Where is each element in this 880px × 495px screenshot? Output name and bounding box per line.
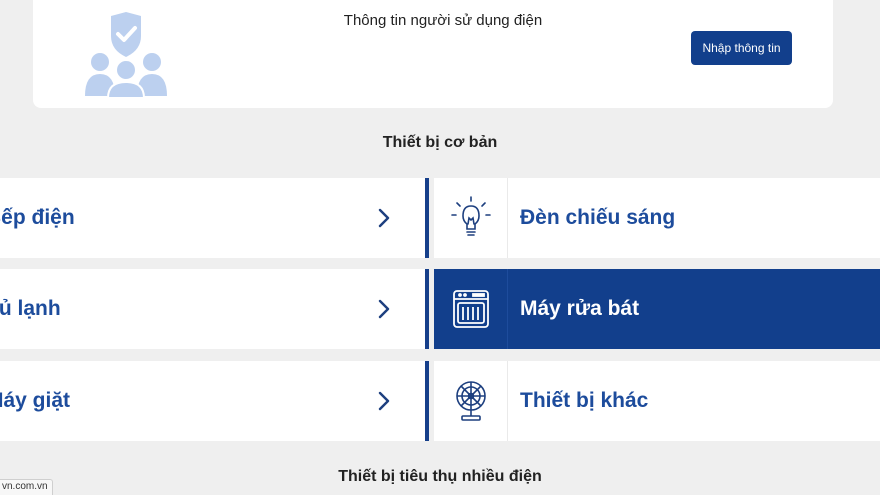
- appliance-label: Máy rửa bát: [520, 297, 640, 320]
- appliance-item-may-rua-bat[interactable]: Máy rửa bát: [434, 269, 880, 349]
- appliance-item-may-giat[interactable]: Máy giặt: [0, 361, 426, 441]
- chevron-right-icon: [378, 208, 390, 228]
- user-info-title: Thông tin người sử dụng điện: [343, 12, 543, 29]
- lightbulb-icon: [450, 196, 491, 236]
- chevron-right-icon: [378, 391, 390, 411]
- appliance-item-thiet-bi-khac[interactable]: Thiết bị khác: [434, 361, 880, 441]
- status-bar-url: vn.com.vn: [0, 479, 53, 495]
- icon-cell: [434, 361, 508, 441]
- enter-info-button[interactable]: Nhập thông tin: [691, 31, 792, 65]
- column-divider: [425, 361, 429, 441]
- chevron-right-icon: [378, 299, 390, 319]
- basic-section-title: Thiết bị cơ bản: [382, 134, 498, 151]
- fan-icon: [455, 381, 486, 421]
- appliance-item-tu-lanh[interactable]: Tủ lạnh: [0, 269, 426, 349]
- appliance-label: Máy giặt: [0, 389, 71, 412]
- heavy-section-title: Thiết bị tiêu thụ nhiều điện: [338, 468, 542, 485]
- dishwasher-icon: [452, 290, 489, 328]
- appliance-label: Thiết bị khác: [520, 389, 649, 412]
- column-divider: [425, 269, 429, 349]
- appliance-item-den-chieu-sang[interactable]: Đèn chiếu sáng: [434, 178, 880, 258]
- appliance-label: Bếp điện: [0, 206, 75, 229]
- appliance-label: Đèn chiếu sáng: [520, 206, 676, 229]
- appliance-item-bep-dien[interactable]: Bếp điện: [0, 178, 426, 258]
- user-info-card: Thông tin người sử dụng điện Nhập thông …: [33, 0, 833, 108]
- column-divider: [425, 178, 429, 258]
- appliance-label: Tủ lạnh: [0, 297, 61, 320]
- icon-cell: [434, 269, 508, 349]
- icon-cell: [434, 178, 508, 258]
